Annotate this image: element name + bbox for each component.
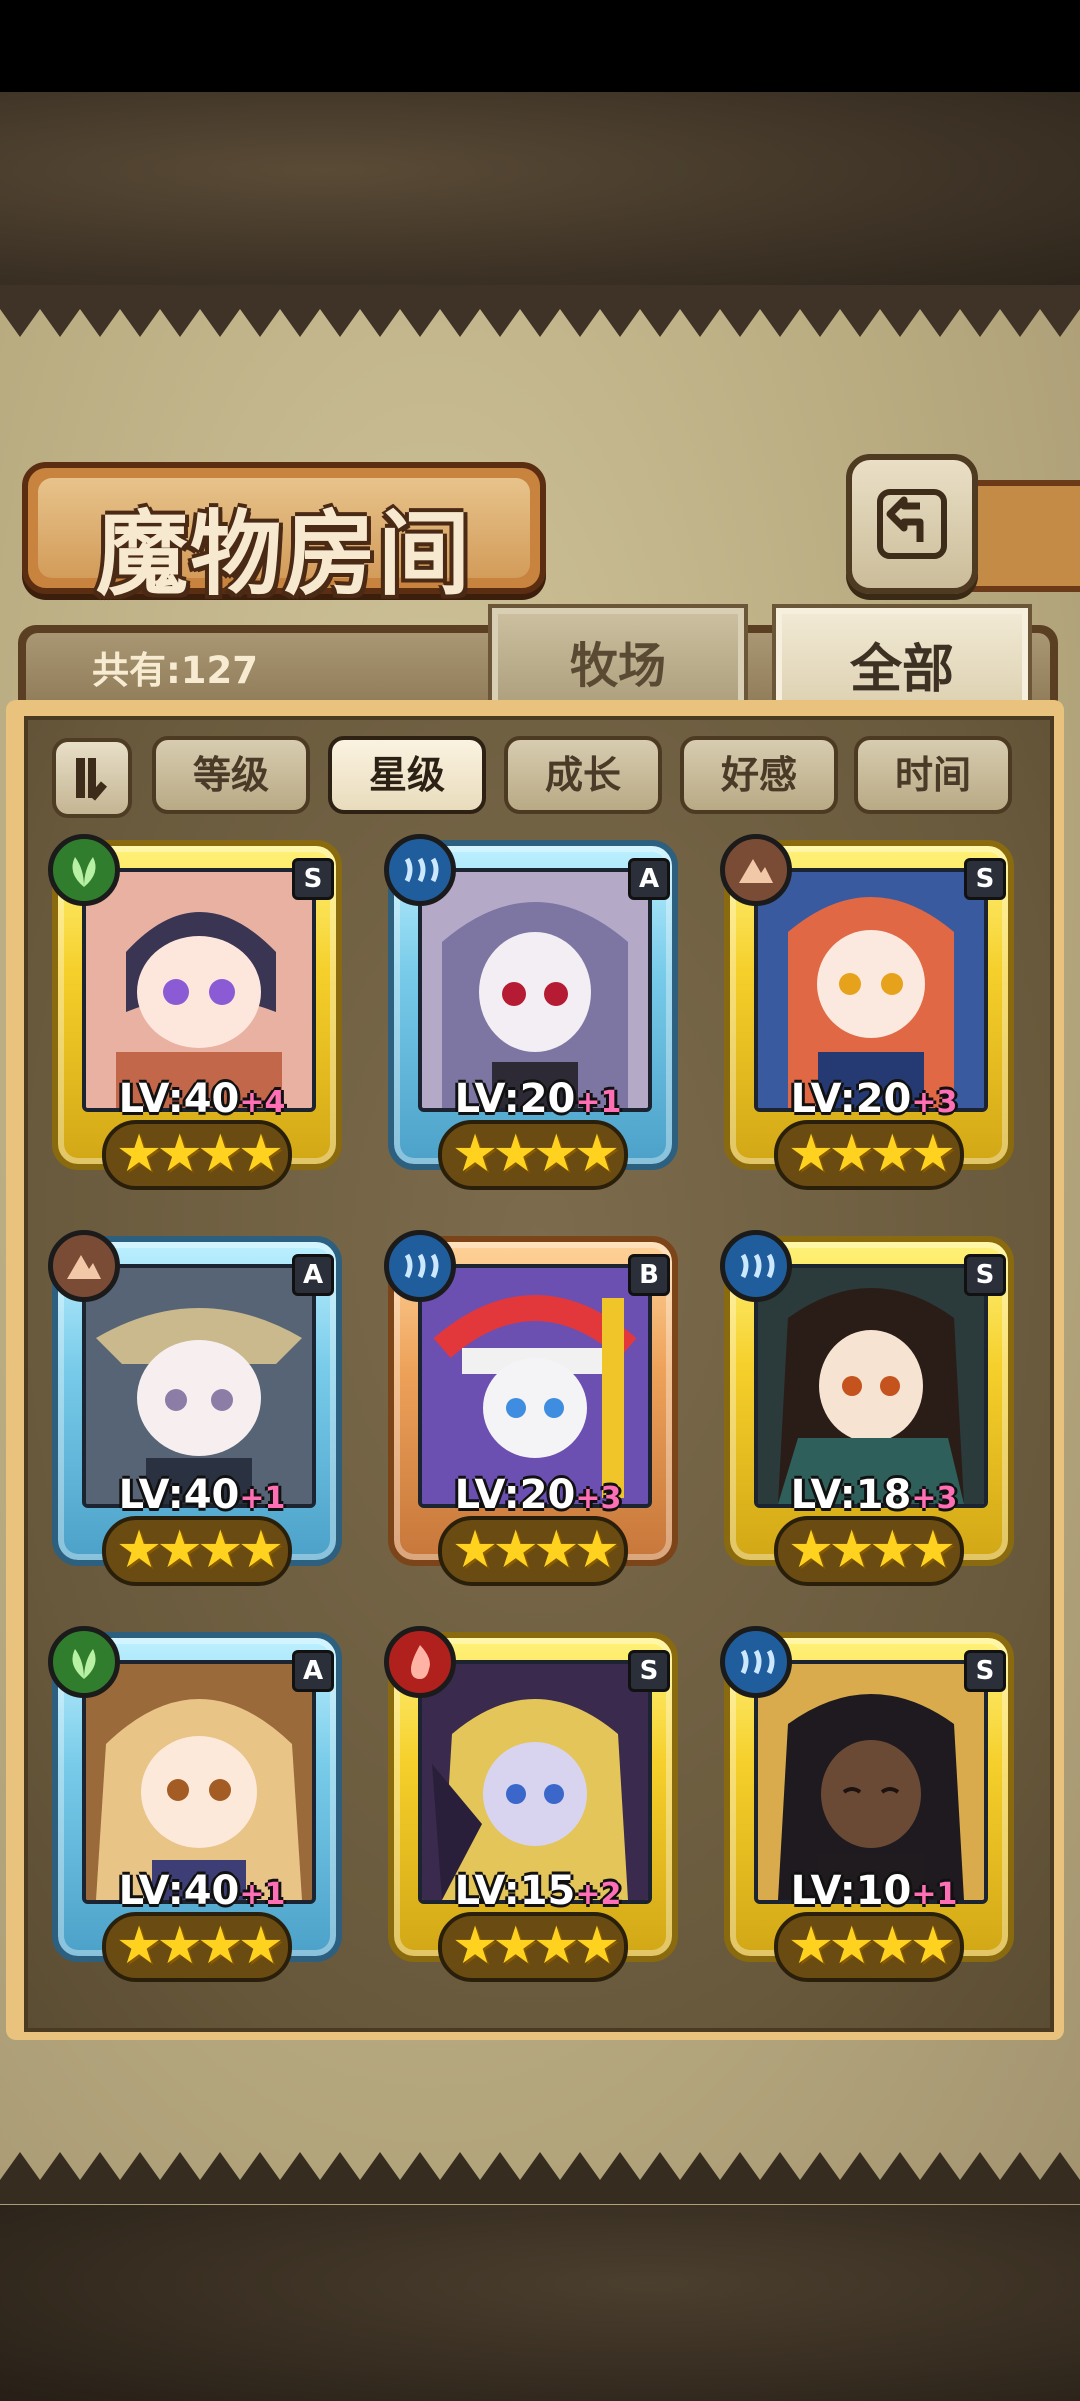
star-rating: ★★★★ xyxy=(774,1912,964,1982)
level-label: LV:40+1 xyxy=(118,1472,286,1518)
monster-card[interactable]: A LV:40+1 ★★★★ xyxy=(48,1626,342,1992)
level-label: LV:20+3 xyxy=(790,1076,958,1122)
star-rating: ★★★★ xyxy=(102,1912,292,1982)
rarity-badge: S xyxy=(964,1650,1006,1692)
monster-card[interactable]: A LV:20+1 ★★★★ xyxy=(384,834,678,1200)
rarity-badge: S xyxy=(964,1254,1006,1296)
level-label: LV:20+3 xyxy=(454,1472,622,1518)
earth-icon xyxy=(720,834,792,906)
sort-order-toggle[interactable] xyxy=(52,738,132,818)
status-bar xyxy=(0,0,1080,92)
zigzag-border-bottom xyxy=(0,2152,1080,2204)
water-icon xyxy=(720,1230,792,1302)
back-arrow-icon xyxy=(877,489,947,559)
level-plus-label: +3 xyxy=(911,1481,958,1516)
monster-count: 共有:127 xyxy=(92,649,259,692)
map-background-top xyxy=(0,92,1080,287)
level-plus-label: +2 xyxy=(575,1877,622,1912)
rarity-badge: B xyxy=(628,1254,670,1296)
sort-by-affection-button[interactable]: 好感 xyxy=(680,736,838,814)
level-label: LV:40+1 xyxy=(118,1868,286,1914)
sort-by-level-button[interactable]: 等级 xyxy=(152,736,310,814)
water-icon xyxy=(384,834,456,906)
level-plus-label: +1 xyxy=(575,1085,622,1120)
level-plus-label: +1 xyxy=(239,1481,286,1516)
level-label: LV:40+4 xyxy=(118,1076,286,1122)
monster-card[interactable]: B LV:20+3 ★★★★ xyxy=(384,1230,678,1596)
title-banner: 魔物房间 xyxy=(22,462,546,608)
star-rating: ★★★★ xyxy=(774,1120,964,1190)
level-plus-label: +3 xyxy=(575,1481,622,1516)
monster-card[interactable]: S LV:20+3 ★★★★ xyxy=(720,834,1014,1200)
sort-by-time-button[interactable]: 时间 xyxy=(854,736,1012,814)
level-label: LV:10+1 xyxy=(790,1868,958,1914)
level-plus-label: +1 xyxy=(911,1877,958,1912)
zigzag-border-top xyxy=(0,285,1080,337)
sort-by-growth-button[interactable]: 成长 xyxy=(504,736,662,814)
earth-icon xyxy=(48,1230,120,1302)
star-rating: ★★★★ xyxy=(774,1516,964,1586)
level-label: LV:20+1 xyxy=(454,1076,622,1122)
rarity-badge: S xyxy=(964,858,1006,900)
page-title: 魔物房间 xyxy=(95,500,472,608)
grass-icon xyxy=(48,1626,120,1698)
star-rating: ★★★★ xyxy=(102,1120,292,1190)
level-plus-label: +3 xyxy=(911,1085,958,1120)
star-rating: ★★★★ xyxy=(438,1912,628,1982)
rarity-badge: A xyxy=(628,858,670,900)
sort-order-icon xyxy=(76,758,108,801)
rarity-badge: A xyxy=(292,1254,334,1296)
monster-card[interactable]: S LV:10+1 ★★★★ xyxy=(720,1626,1014,1992)
monster-card[interactable]: A LV:40+1 ★★★★ xyxy=(48,1230,342,1596)
map-background-bottom xyxy=(0,2205,1080,2401)
rarity-badge: S xyxy=(628,1650,670,1692)
sort-by-star-button[interactable]: 星级 xyxy=(328,736,486,814)
level-plus-label: +4 xyxy=(239,1085,286,1120)
water-icon xyxy=(384,1230,456,1302)
monster-card[interactable]: S LV:15+2 ★★★★ xyxy=(384,1626,678,1992)
fire-icon xyxy=(384,1626,456,1698)
rarity-badge: S xyxy=(292,858,334,900)
back-button[interactable] xyxy=(846,454,978,594)
star-rating: ★★★★ xyxy=(438,1516,628,1586)
level-label: LV:18+3 xyxy=(790,1472,958,1518)
monster-card[interactable]: S LV:18+3 ★★★★ xyxy=(720,1230,1014,1596)
water-icon xyxy=(720,1626,792,1698)
star-rating: ★★★★ xyxy=(102,1516,292,1586)
star-rating: ★★★★ xyxy=(438,1120,628,1190)
level-label: LV:15+2 xyxy=(454,1868,622,1914)
grass-icon xyxy=(48,834,120,906)
level-plus-label: +1 xyxy=(239,1877,286,1912)
rarity-badge: A xyxy=(292,1650,334,1692)
monster-card[interactable]: S LV:40+4 ★★★★ xyxy=(48,834,342,1200)
